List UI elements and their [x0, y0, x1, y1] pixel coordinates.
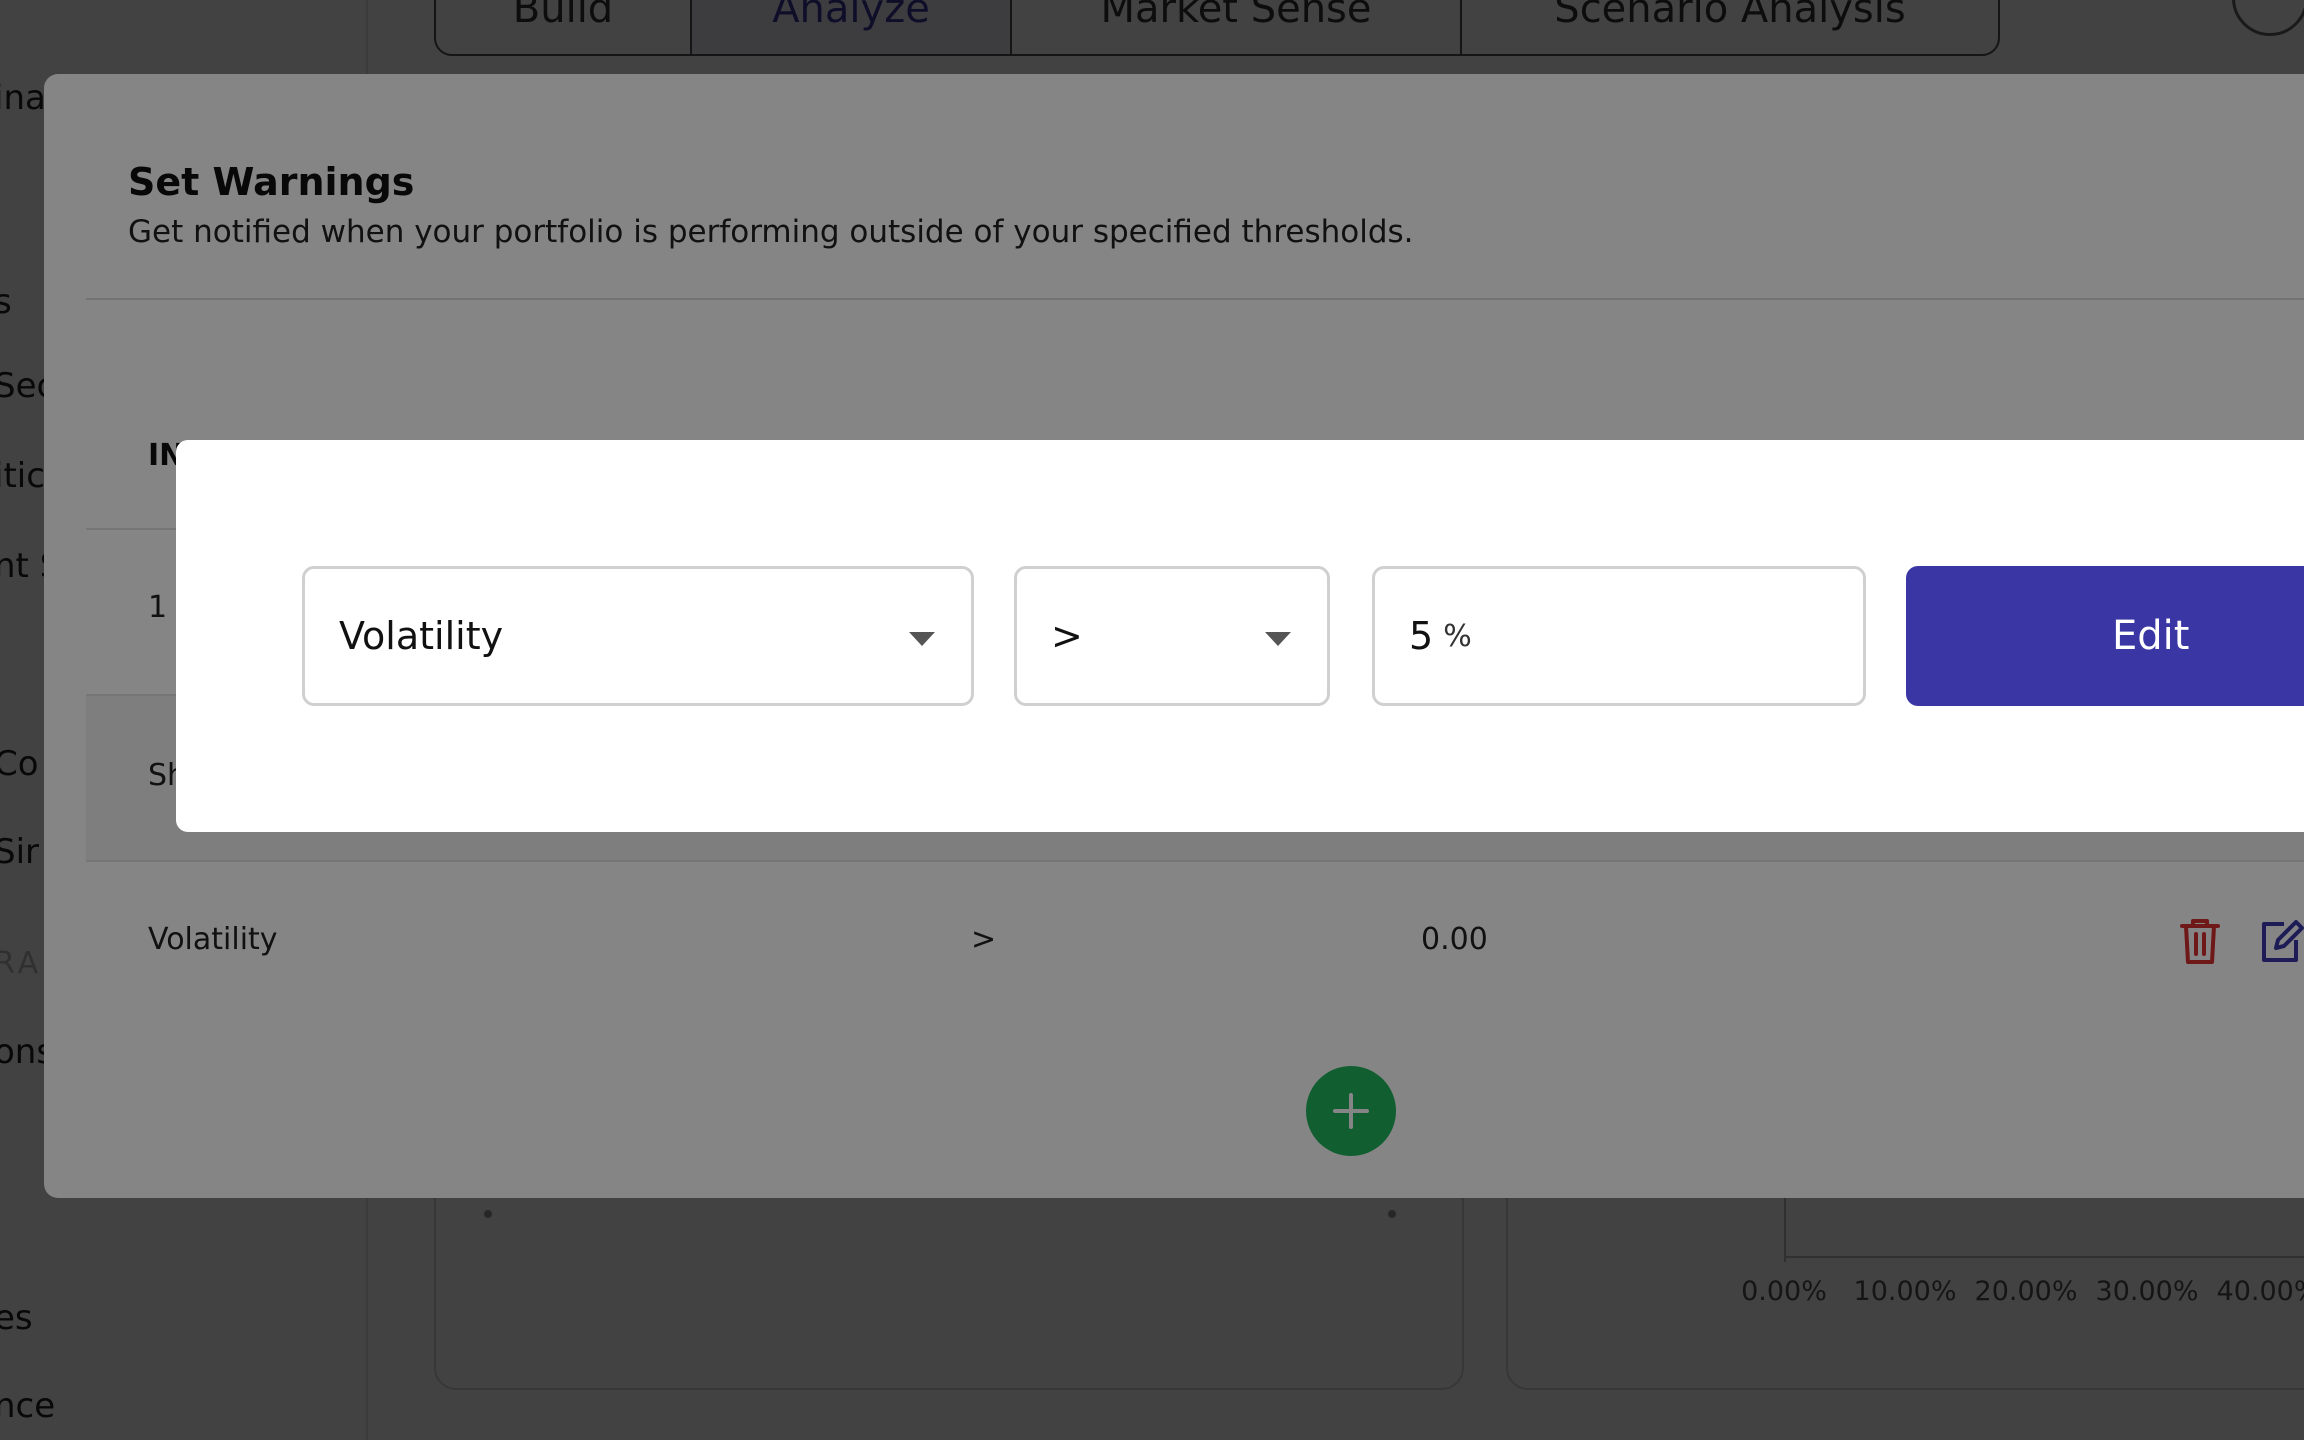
metric-select[interactable]: Volatility [302, 566, 974, 706]
threshold-unit: % [1443, 618, 1472, 654]
chevron-down-icon [909, 632, 935, 646]
chevron-down-icon [1265, 632, 1291, 646]
threshold-input[interactable]: 5 % [1372, 566, 1866, 706]
metric-select-value: Volatility [339, 614, 504, 658]
edit-warning-dialog: Volatility > 5 % Edit [176, 440, 2304, 832]
edit-button[interactable]: Edit [1906, 566, 2304, 706]
threshold-value: 5 [1409, 614, 1434, 658]
operator-select-value: > [1051, 614, 1083, 658]
operator-select[interactable]: > [1014, 566, 1330, 706]
